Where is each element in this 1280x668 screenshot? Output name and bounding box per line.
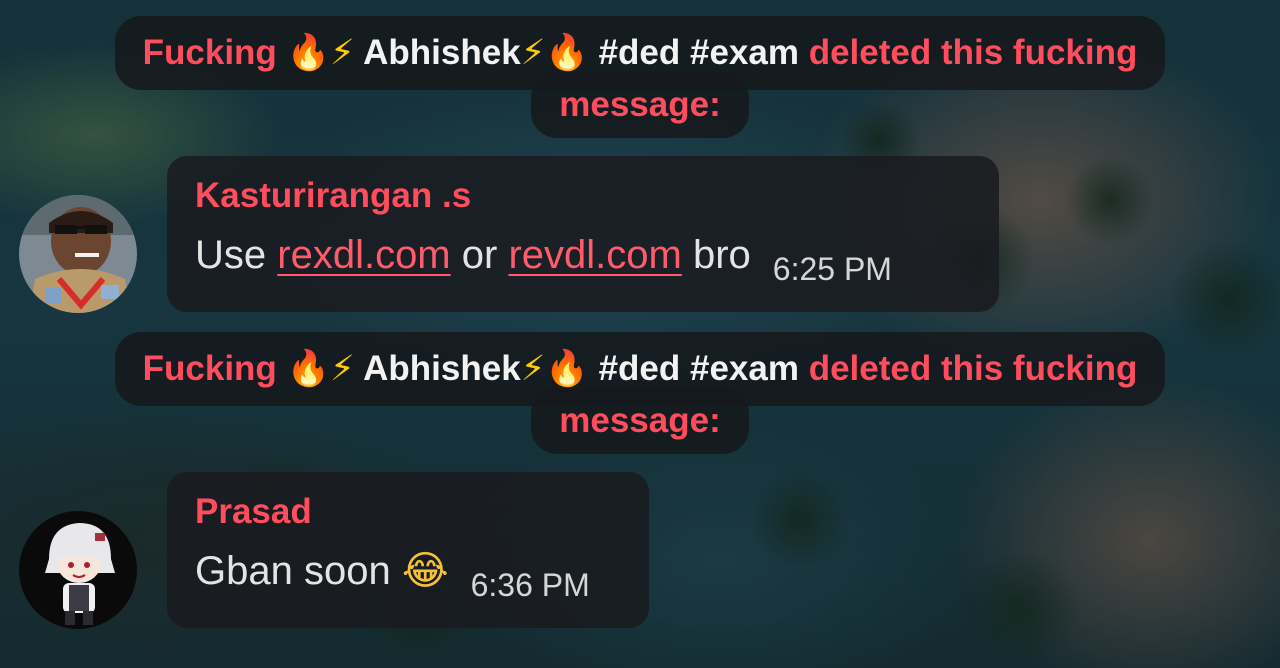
actor-prefix: Fucking (142, 33, 287, 72)
actor-prefix: Fucking (142, 349, 287, 388)
deleted-notice-line-2: message: (531, 388, 749, 454)
lightning-icon: ⚡ (520, 349, 546, 389)
lightning-icon: ⚡ (330, 33, 355, 73)
laughing-emoji-icon: 😂 (401, 548, 449, 594)
lightning-icon: ⚡ (330, 349, 355, 389)
message-bubble[interactable]: Kasturirangan .s Use rexdl.com or revdl.… (167, 156, 999, 312)
actor-name[interactable]: Abhishek (355, 33, 521, 72)
avatar-photo-kasturirangan (19, 195, 137, 313)
avatar[interactable] (19, 511, 137, 629)
actor-hashtags: #ded #exam (588, 349, 809, 388)
deleted-action-text: deleted this fucking (808, 33, 1138, 72)
message-text: Gban soon 😂 6:36 PM (195, 546, 623, 603)
fire-icon: 🔥 (545, 33, 589, 73)
deleted-message-notice: Fucking 🔥⚡ Abhishek⚡🔥 #ded #exam deleted… (0, 16, 1280, 138)
deleted-action-continuation: message: (559, 401, 721, 440)
link-rexdl[interactable]: rexdl.com (277, 233, 450, 277)
avatar[interactable] (19, 195, 137, 313)
message-time: 6:36 PM (470, 567, 590, 603)
message-text: Use rexdl.com or revdl.com bro 6:25 PM (195, 230, 973, 287)
message-text-part: or (450, 233, 509, 277)
link-revdl[interactable]: revdl.com (508, 233, 681, 277)
avatar-photo-prasad (19, 511, 137, 629)
fire-icon: 🔥 (286, 33, 331, 73)
message-time: 6:25 PM (772, 251, 892, 287)
lightning-icon: ⚡ (520, 33, 546, 73)
message-text-part: Use (195, 233, 278, 277)
chat-screen: Fucking 🔥⚡ Abhishek⚡🔥 #ded #exam deleted… (0, 0, 1280, 668)
deleted-action-continuation: message: (559, 85, 721, 124)
actor-name[interactable]: Abhishek (355, 349, 521, 388)
deleted-action-text: deleted this fucking (808, 349, 1138, 388)
deleted-notice-line-2: message: (531, 72, 749, 138)
message-bubble[interactable]: Prasad Gban soon 😂 6:36 PM (167, 472, 649, 628)
deleted-message-notice: Fucking 🔥⚡ Abhishek⚡🔥 #ded #exam deleted… (0, 332, 1280, 454)
message-text-part: bro (681, 233, 751, 277)
fire-icon: 🔥 (545, 349, 589, 389)
message-text-part: Gban soon (195, 549, 402, 593)
fire-icon: 🔥 (286, 349, 331, 389)
sender-name[interactable]: Kasturirangan .s (195, 174, 973, 218)
actor-hashtags: #ded #exam (588, 33, 809, 72)
sender-name[interactable]: Prasad (195, 490, 623, 534)
